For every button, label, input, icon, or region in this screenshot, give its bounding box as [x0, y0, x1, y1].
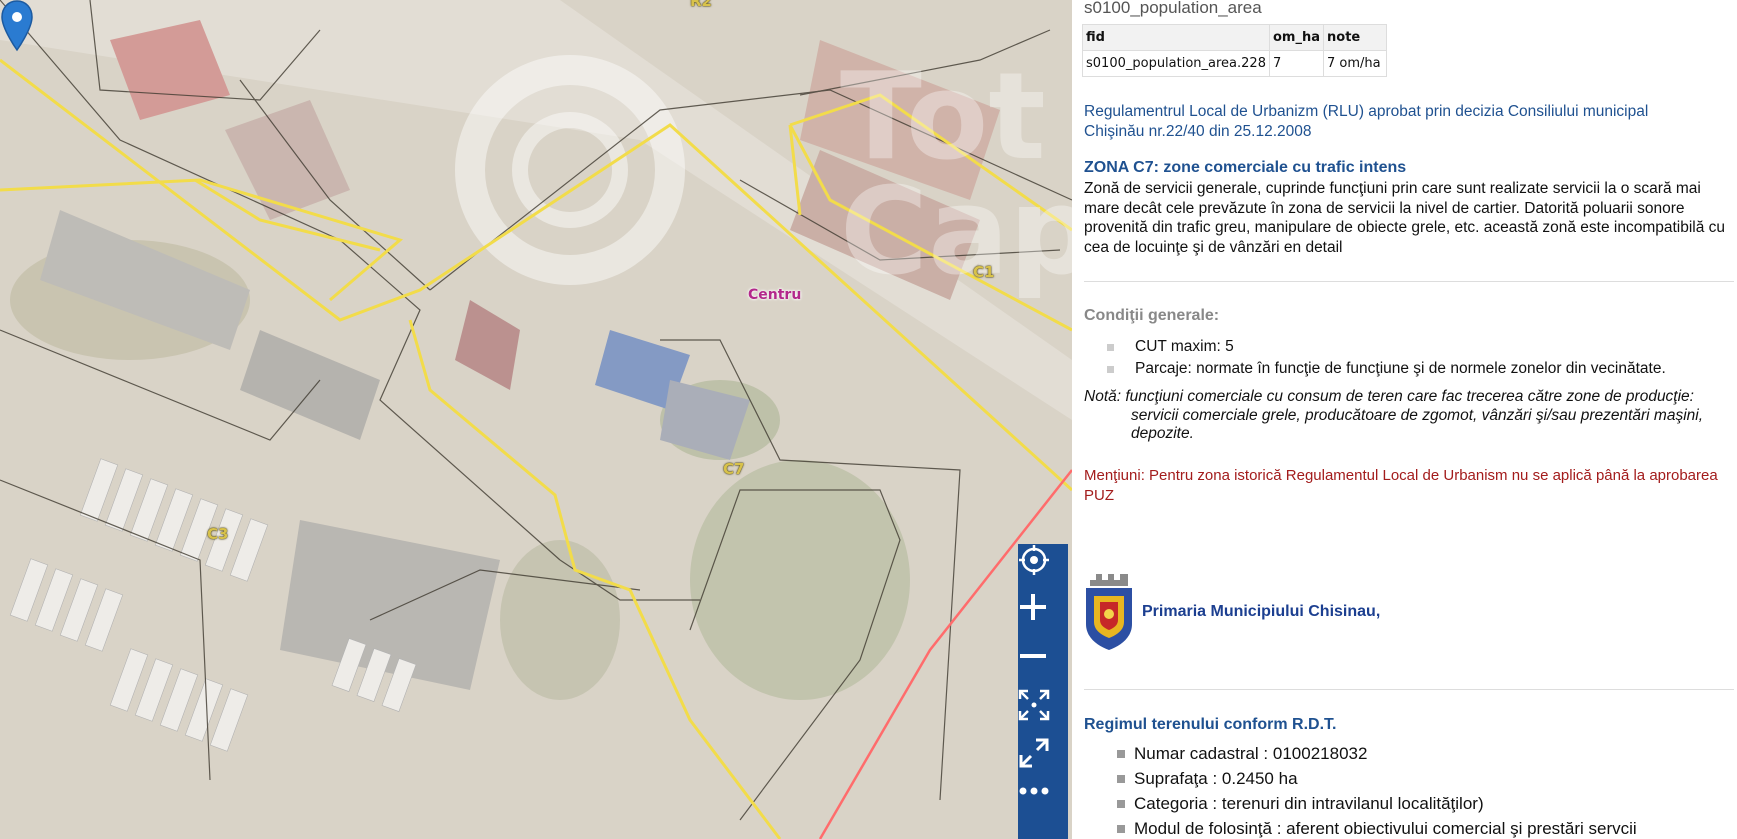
- map-toolbar: [1018, 544, 1068, 839]
- bullet-icon: [1107, 365, 1114, 373]
- rlu-text: Regulamentrul Local de Urbanizm (RLU) ap…: [1084, 103, 1649, 140]
- zone-label-r2: R2: [690, 0, 712, 10]
- table-row: s0100_population_area.228 7 7 om/ha: [1082, 50, 1388, 77]
- nota-first-line: Notă: funcţiuni comerciale cu consum de …: [1084, 388, 1694, 405]
- regim-list: Numar cadastral : 0100218032 Suprafaţa :…: [1117, 741, 1637, 839]
- list-item: Suprafaţa : 0.2450 ha: [1117, 766, 1637, 791]
- list-item: CUT maxim: 5: [1107, 336, 1666, 358]
- primaria-name: Primaria Municipiului Chisinau,: [1142, 603, 1381, 620]
- zone-label-c7: C7: [723, 460, 745, 478]
- table-cell: s0100_population_area.228: [1082, 50, 1270, 77]
- table-header-row: fid om_ha note: [1082, 24, 1388, 51]
- watermark: Tot Cap: [840, 48, 1072, 302]
- attribute-table: fid om_ha note s0100_population_area.228…: [1082, 24, 1388, 77]
- zone-label-c1: C1: [973, 263, 995, 281]
- nota-text: Notă: funcţiuni comerciale cu consum de …: [1084, 388, 1737, 444]
- info-panel: s0100_population_area fid om_ha note s01…: [1072, 0, 1737, 839]
- nota-continuation: servicii comerciale grele, producătoare …: [1131, 406, 1704, 443]
- zone-label-c3: C3: [207, 525, 229, 543]
- regim-text: Modul de folosinţă : aferent obiectivulu…: [1134, 818, 1637, 838]
- bullet-icon: [1117, 774, 1125, 783]
- list-item: Categoria : terenuri din intravilanul lo…: [1117, 791, 1637, 816]
- list-item: Parcaje: normate în funcţie de funcţiune…: [1107, 358, 1666, 380]
- list-item: Numar cadastral : 0100218032: [1117, 741, 1637, 766]
- locality-label: Centru: [748, 287, 802, 303]
- locate-icon[interactable]: [1018, 544, 1068, 588]
- table-header: note: [1323, 24, 1388, 51]
- conditions-list: CUT maxim: 5 Parcaje: normate în funcţie…: [1107, 336, 1666, 380]
- map-view[interactable]: Tot Cap R2 C7 C1 C3 Centru: [0, 0, 1072, 839]
- conditions-title: Condiţii generale:: [1084, 307, 1220, 324]
- zoom-in-icon[interactable]: [1018, 592, 1068, 636]
- table-cell: 7: [1268, 50, 1325, 77]
- zoom-out-icon[interactable]: [1018, 641, 1068, 685]
- regim-text: Numar cadastral : 0100218032: [1134, 743, 1368, 763]
- layer-title: s0100_population_area: [1084, 0, 1262, 17]
- mentiuni-text: Menţiuni: Pentru zona istorică Regulamen…: [1084, 467, 1718, 504]
- condition-text: Parcaje: normate în funcţie de funcţiune…: [1135, 360, 1666, 377]
- divider: [1084, 689, 1734, 690]
- regim-text: Suprafaţa : 0.2450 ha: [1134, 768, 1298, 788]
- fullscreen-icon[interactable]: [1018, 737, 1068, 781]
- bullet-icon: [1117, 824, 1125, 833]
- chisinau-coat-of-arms-icon: [1086, 574, 1132, 650]
- table-cell: 7 om/ha: [1323, 50, 1388, 77]
- condition-text: CUT maxim: 5: [1135, 338, 1234, 355]
- primaria-block: Primaria Municipiului Chisinau,: [1084, 572, 1380, 652]
- zone-title: ZONA C7: zone comerciale cu trafic inten…: [1084, 159, 1407, 176]
- bullet-icon: [1117, 749, 1125, 758]
- zone-description: Zonă de servicii generale, cuprinde func…: [1084, 180, 1726, 256]
- table-header: fid: [1082, 24, 1270, 51]
- bullet-icon: [1117, 799, 1125, 808]
- location-marker-icon[interactable]: [0, 0, 34, 52]
- regim-text: Categoria : terenuri din intravilanul lo…: [1134, 793, 1484, 813]
- divider: [1084, 281, 1734, 282]
- list-item: Modul de folosinţă : aferent obiectivulu…: [1117, 816, 1637, 839]
- zoom-extent-icon[interactable]: [1018, 689, 1068, 733]
- table-header: om_ha: [1268, 24, 1325, 51]
- more-icon[interactable]: [1018, 786, 1068, 830]
- bullet-icon: [1107, 343, 1114, 351]
- regim-title: Regimul terenului conform R.D.T.: [1084, 716, 1337, 733]
